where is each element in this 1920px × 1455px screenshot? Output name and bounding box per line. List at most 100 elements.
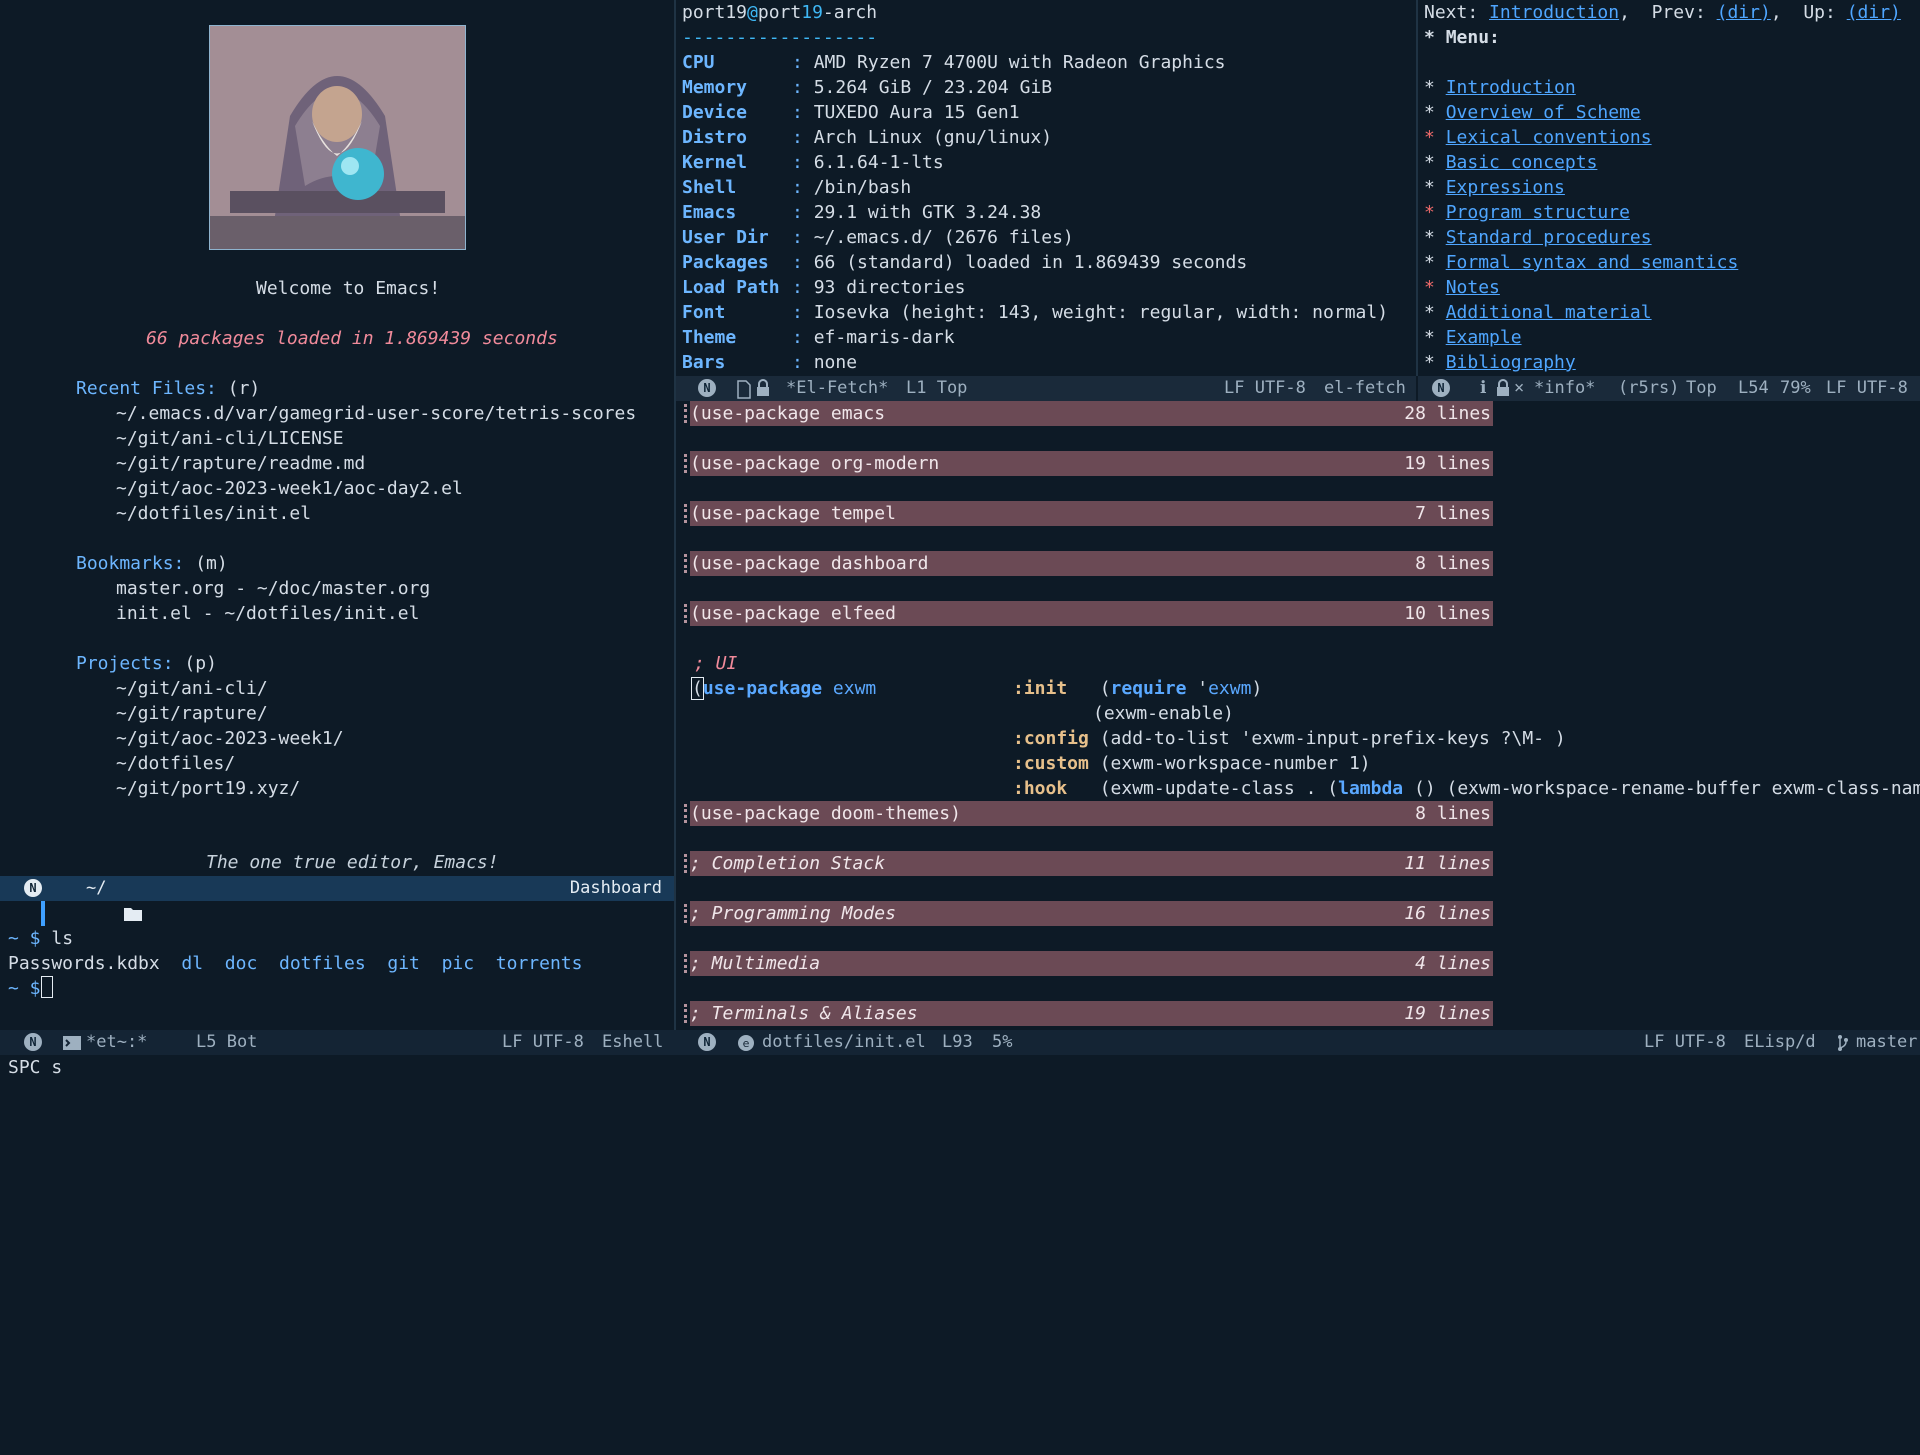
- info-menu-link[interactable]: Introduction: [1446, 77, 1576, 98]
- eshell-line-1: ~ $ ls: [8, 926, 73, 951]
- fold-heading: (use-package emacs: [690, 403, 886, 424]
- exwm-enable-line: (exwm-enable): [1093, 703, 1234, 724]
- info-prev-link[interactable]: (dir): [1717, 2, 1771, 23]
- initel-file-name[interactable]: dotfiles/init.el: [762, 1030, 926, 1055]
- ls-entry[interactable]: doc: [225, 953, 258, 974]
- info-menu-link[interactable]: Notes: [1446, 277, 1500, 298]
- info-modeline[interactable]: N ℹ ⨯ *info* (r5rs) Top L54 79% LF UTF-8: [1418, 376, 1920, 401]
- initel-percent: 5%: [992, 1032, 1013, 1052]
- ls-entry[interactable]: git: [387, 953, 420, 974]
- minibuffer[interactable]: SPC s: [8, 1055, 62, 1080]
- info-menu-item[interactable]: * Introduction: [1424, 75, 1576, 100]
- recent-files-heading: Recent Files: (r): [76, 376, 260, 401]
- info-up-link[interactable]: (dir): [1847, 2, 1901, 23]
- elfetch-host: port: [757, 2, 802, 23]
- elfetch-row: Emacs: 29.1 with GTK 3.24.38: [682, 200, 1041, 225]
- folded-section[interactable]: (use-package doom-themes) 8 lines: [684, 801, 1493, 826]
- folded-section[interactable]: ; Completion Stack 11 lines: [684, 851, 1493, 876]
- info-menu-link[interactable]: Additional material: [1446, 302, 1652, 323]
- info-menu-link[interactable]: Program structure: [1446, 202, 1630, 223]
- info-menu-link[interactable]: Example: [1446, 327, 1522, 348]
- eshell-input-line[interactable]: ~ $: [8, 976, 53, 1001]
- eshell-prompt: ~ $: [8, 978, 41, 999]
- folded-section[interactable]: (use-package tempel 7 lines: [684, 501, 1493, 526]
- folded-section[interactable]: ; Multimedia 4 lines: [684, 951, 1493, 976]
- ls-entry[interactable]: pic: [442, 953, 475, 974]
- ls-entry[interactable]: dl: [181, 953, 203, 974]
- bullet-icon: *: [1424, 302, 1446, 323]
- info-menu-link[interactable]: Standard procedures: [1446, 227, 1652, 248]
- folded-section[interactable]: (use-package dashboard 8 lines: [684, 551, 1493, 576]
- fold-line-count: 10 lines: [1404, 603, 1491, 624]
- info-menu-link[interactable]: Overview of Scheme: [1446, 102, 1641, 123]
- ls-entry[interactable]: Passwords.kdbx: [8, 953, 160, 974]
- recent-file-item[interactable]: ~/.emacs.d/var/gamegrid-user-score/tetri…: [116, 401, 636, 426]
- folded-section[interactable]: ; Programming Modes 16 lines: [684, 901, 1493, 926]
- evil-state-badge: N: [698, 379, 716, 397]
- dashboard-banner-image: [209, 25, 466, 250]
- dashboard-modeline[interactable]: N ~/ Dashboard: [0, 876, 674, 926]
- info-menu-item[interactable]: * Program structure: [1424, 200, 1630, 225]
- elfetch-key: Bars: [682, 352, 726, 373]
- recent-file-item[interactable]: ~/git/ani-cli/LICENSE: [116, 426, 344, 451]
- folded-section[interactable]: (use-package elfeed 10 lines: [684, 601, 1493, 626]
- info-node: (r5rs): [1618, 378, 1680, 398]
- exwm-hook-line: :hook (exwm-update-class . (lambda () (e…: [1013, 776, 1920, 801]
- recent-file-item[interactable]: ~/git/aoc-2023-week1/aoc-day2.el: [116, 476, 463, 501]
- elisp-icon: e: [736, 1030, 756, 1063]
- ls-entry[interactable]: torrents: [496, 953, 583, 974]
- folded-section[interactable]: (use-package org-modern 19 lines: [684, 451, 1493, 476]
- info-menu-item[interactable]: * Notes: [1424, 275, 1500, 300]
- keyword-hook: :hook: [1013, 778, 1068, 799]
- code-token: lambda: [1338, 778, 1404, 799]
- elfetch-value: AMD Ryzen 7 4700U with Radeon Graphics: [813, 52, 1226, 73]
- info-menu-item[interactable]: * Lexical conventions: [1424, 125, 1652, 150]
- recent-file-item[interactable]: ~/git/rapture/readme.md: [116, 451, 365, 476]
- fold-line-count: 8 lines: [1415, 803, 1491, 824]
- project-item[interactable]: ~/git/aoc-2023-week1/: [116, 726, 344, 751]
- info-menu-item[interactable]: * Bibliography: [1424, 350, 1576, 375]
- project-item[interactable]: ~/dotfiles/: [116, 751, 235, 776]
- fold-line-count: 11 lines: [1404, 853, 1491, 874]
- recent-file-item[interactable]: ~/dotfiles/init.el: [116, 501, 311, 526]
- fold-heading: ; Completion Stack: [690, 853, 886, 874]
- info-menu-link[interactable]: Expressions: [1446, 177, 1565, 198]
- elfetch-row: Bars: none: [682, 350, 857, 375]
- folded-section[interactable]: ; Terminals & Aliases 19 lines: [684, 1001, 1493, 1026]
- evil-state-badge: N: [24, 879, 42, 897]
- bookmarks-label: Bookmarks:: [76, 553, 185, 574]
- code-token: ': [1186, 678, 1209, 699]
- bullet-icon: *: [1424, 202, 1446, 223]
- elfetch-key: Load Path: [682, 277, 780, 298]
- elfetch-modeline[interactable]: N *El-Fetch* L1 Top LF UTF-8 el-fetch: [676, 376, 1416, 401]
- bookmark-item[interactable]: master.org - ~/doc/master.org: [116, 576, 430, 601]
- fold-gutter-indicator: [684, 454, 690, 473]
- window-divider[interactable]: [1416, 0, 1418, 376]
- project-item[interactable]: ~/git/rapture/: [116, 701, 268, 726]
- eshell-position: L5 Bot: [196, 1032, 258, 1052]
- elfetch-row: Font: Iosevka (height: 143, weight: regu…: [682, 300, 1388, 325]
- close-icon[interactable]: ⨯: [1514, 376, 1524, 401]
- info-menu-link[interactable]: Lexical conventions: [1446, 127, 1652, 148]
- git-branch-name: master: [1856, 1032, 1918, 1052]
- eshell-buffer-name[interactable]: *et~:*: [86, 1030, 147, 1055]
- info-menu-item[interactable]: * Overview of Scheme: [1424, 100, 1641, 125]
- info-menu-item[interactable]: * Example: [1424, 325, 1522, 350]
- info-menu-link[interactable]: Formal syntax and semantics: [1446, 252, 1739, 273]
- ls-entry[interactable]: dotfiles: [279, 953, 366, 974]
- info-menu-link[interactable]: Basic concepts: [1446, 152, 1598, 173]
- info-menu-item[interactable]: * Standard procedures: [1424, 225, 1652, 250]
- project-item[interactable]: ~/git/port19.xyz/: [116, 776, 300, 801]
- folded-section[interactable]: (use-package emacs 28 lines: [684, 401, 1493, 426]
- info-next-link[interactable]: Introduction: [1489, 2, 1619, 23]
- elfetch-encoding: LF UTF-8: [1224, 378, 1306, 398]
- info-menu-link[interactable]: Bibliography: [1446, 352, 1576, 373]
- bookmark-item[interactable]: init.el - ~/dotfiles/init.el: [116, 601, 419, 626]
- elfetch-colon: :: [792, 277, 814, 298]
- info-menu-item[interactable]: * Expressions: [1424, 175, 1565, 200]
- code-token: () (exwm-workspace-rename-buffer exwm-cl…: [1413, 778, 1920, 799]
- info-menu-item[interactable]: * Additional material: [1424, 300, 1652, 325]
- project-item[interactable]: ~/git/ani-cli/: [116, 676, 268, 701]
- info-menu-item[interactable]: * Basic concepts: [1424, 150, 1597, 175]
- info-menu-item[interactable]: * Formal syntax and semantics: [1424, 250, 1738, 275]
